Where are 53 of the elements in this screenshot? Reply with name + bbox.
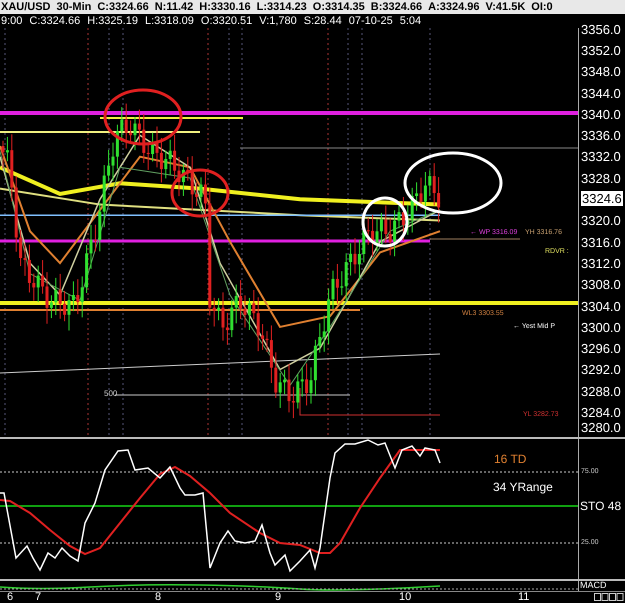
bar-field: C:3324.66 (29, 16, 80, 26)
bar-field: L:3318.09 (144, 16, 194, 26)
bar-field: O:3320.51 (200, 16, 252, 26)
quote-field: C:3324.66 (97, 2, 149, 12)
date-axis-label: 6 (7, 592, 14, 603)
price-axis-label: 3344.0 (581, 87, 621, 100)
quote-field: B:3324.66 (370, 2, 422, 12)
quote-field: O:3314.35 (312, 2, 365, 12)
price-axis-label: 3288.0 (581, 385, 621, 398)
price-axis-label: 3340.0 (581, 108, 621, 121)
price-axis-label: 3304.0 (581, 300, 621, 313)
quote-field: XAU/USD (1, 2, 51, 12)
panel-boxes-icon (594, 593, 624, 601)
price-axis-label: 3280.0 (581, 421, 621, 434)
price-axis-label: 3348.0 (581, 65, 621, 78)
price-axis-label: 3316.0 (581, 236, 621, 249)
macd-reading: MACD (580, 581, 606, 590)
price-axis-label: 3352.0 (581, 44, 621, 57)
price-axis-label: 3328.0 (581, 172, 621, 185)
bar-field: 9:00 (1, 16, 22, 26)
indicator-legend: 34 YRange (493, 481, 553, 493)
price-axis-label: 3356.0 (581, 23, 621, 36)
circle-annotation (170, 168, 230, 218)
bar-field: H:3325.19 (87, 16, 138, 26)
bar-field: 5:04 (400, 16, 422, 26)
fib-level-label: 500 (104, 390, 118, 398)
indicator-reading: STO 48 (580, 500, 622, 512)
price-axis-label: 3312.0 (581, 257, 621, 270)
quote-field: N:11.42 (154, 2, 194, 12)
date-axis-label: 9 (275, 592, 282, 603)
indicator-legend: 16 TD (494, 453, 526, 465)
price-axis-label: 3336.0 (581, 129, 621, 142)
date-axis-label: 10 (399, 592, 412, 603)
bar-field: S:28.44 (304, 16, 342, 26)
price-axis-label: 3300.0 (581, 321, 621, 334)
bar-field: V:1,780 (259, 16, 297, 26)
quote-field: OI:0 (531, 2, 553, 12)
quote-field: A:3324.96 (428, 2, 480, 12)
price-axis-label: 3308.0 (581, 278, 621, 291)
quote-field: V:41.5K (486, 2, 526, 12)
date-axis-label: 8 (155, 592, 162, 603)
quote-field: 30-Min (56, 2, 92, 12)
current-price-tag: 3324.6 (581, 191, 623, 206)
price-axis-label: 3284.0 (581, 406, 621, 419)
date-axis-label: 11 (518, 592, 530, 603)
price-axis-label: 3296.0 (581, 342, 621, 355)
date-axis-label: 7 (35, 592, 42, 603)
price-axis-label: 3292.0 (581, 363, 621, 376)
quote-field: H:3330.16 (199, 2, 251, 12)
quote-field: L:3314.23 (256, 2, 307, 12)
price-axis-label: 3320.0 (581, 214, 621, 227)
price-axis-label: 3332.0 (581, 150, 621, 163)
bar-field: 07-10-25 (348, 16, 393, 26)
